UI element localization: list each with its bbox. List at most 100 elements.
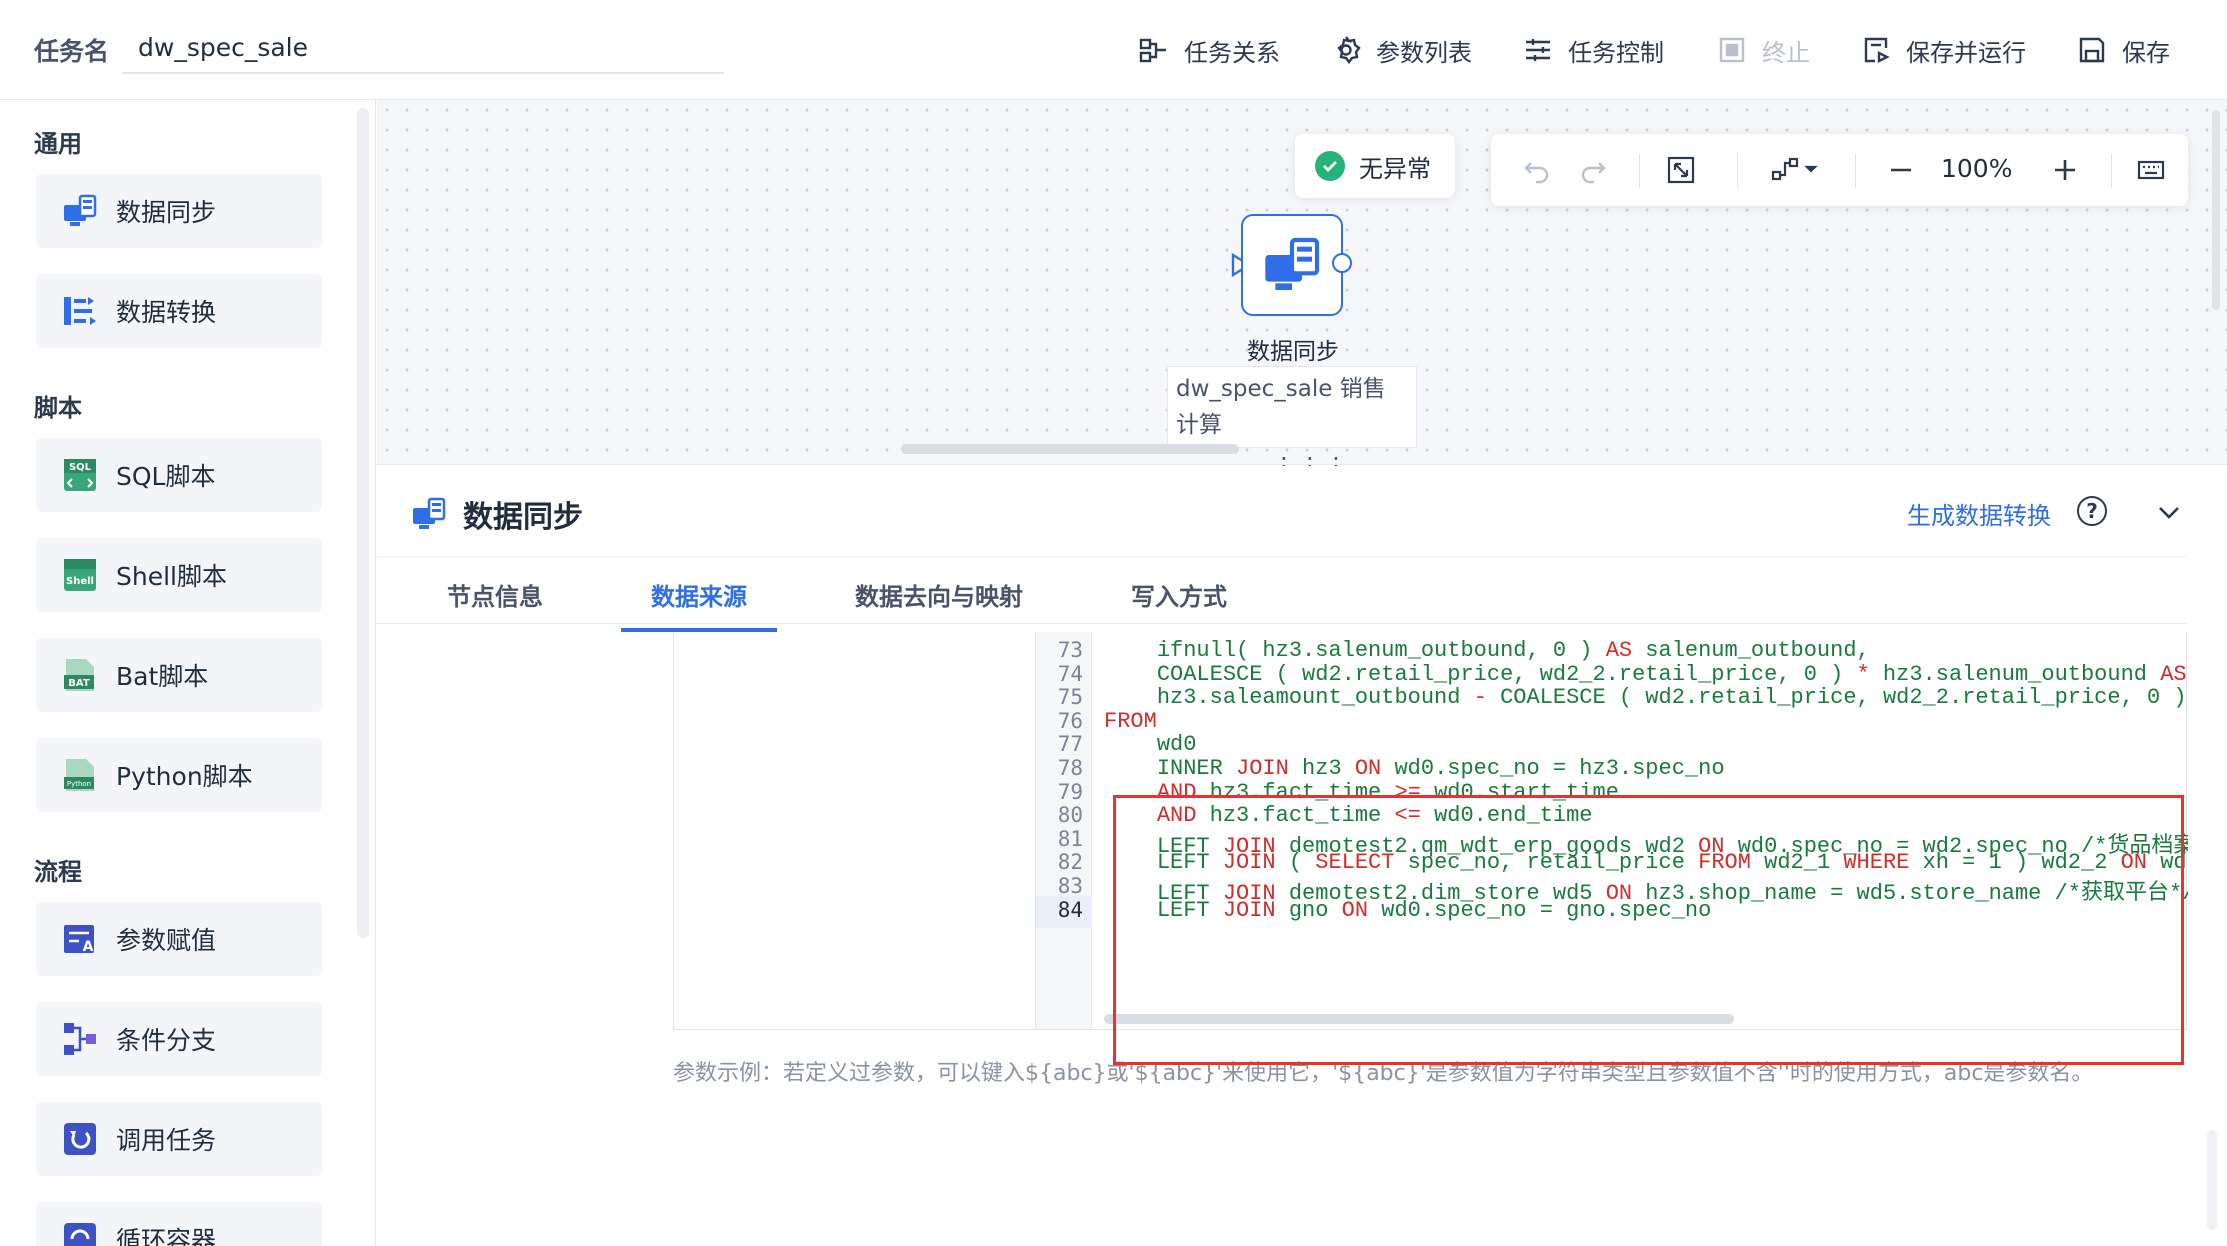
stop-icon — [1719, 37, 1745, 63]
sql-text: hz3.fact_time — [1196, 803, 1395, 829]
param-list-button[interactable]: 参数列表 — [1330, 26, 1472, 74]
sql-keyword: FROM — [1698, 850, 1751, 876]
status-text: 无异常 — [1359, 154, 1431, 183]
tab-node-info[interactable]: 节点信息 — [447, 577, 543, 612]
zoom-out-button[interactable] — [1883, 152, 1919, 188]
sql-text: wd0.spec_no = gno.spec_no — [1368, 897, 1712, 923]
node-output-port[interactable] — [1332, 253, 1352, 273]
canvas-horizontal-scrollbar[interactable] — [901, 444, 1239, 454]
sidebar-scrollbar[interactable] — [357, 108, 369, 938]
sidebar-item-sql-script[interactable]: SQL SQL脚本 — [36, 438, 322, 512]
save-run-icon — [1864, 37, 1890, 63]
save-and-run-button[interactable]: 保存并运行 — [1860, 26, 2026, 74]
code-line[interactable]: FROM — [1104, 709, 1157, 734]
section-script: 脚本 — [34, 394, 82, 422]
sidebar-item-label: 调用任务 — [116, 1126, 217, 1155]
undo-button[interactable] — [1519, 152, 1555, 188]
component-sidebar: 通用 数据同步 数据转换 脚本 SQL SQL脚本 Shell Shell脚本 … — [0, 100, 376, 1246]
layout-button[interactable] — [1767, 152, 1823, 188]
line-number-gutter: 73 74 75 76 77 78 79 80 81 82 83 84 — [1036, 632, 1092, 1029]
sql-text: wd0.end_time — [1420, 803, 1593, 829]
svg-text:BAT: BAT — [68, 678, 90, 689]
sql-text: spec_no, retail_price — [1394, 850, 1699, 876]
line-number: 73 — [1057, 638, 1083, 662]
panel-vertical-scrollbar[interactable] — [2207, 1130, 2217, 1230]
sql-keyword: <= — [1394, 803, 1421, 829]
code-line[interactable]: ifnull( hz3.salenum_outbound, 0 ) AS sal… — [1104, 638, 1870, 663]
sidebar-item-python-script[interactable]: Python Python脚本 — [36, 738, 322, 812]
stop-button[interactable]: 终止 — [1716, 26, 1810, 74]
sidebar-item-data-sync[interactable]: 数据同步 — [36, 174, 322, 248]
zoom-in-button[interactable] — [2047, 152, 2083, 188]
fit-view-button[interactable] — [1663, 152, 1699, 188]
tab-target-mapping[interactable]: 数据去向与映射 — [855, 577, 1023, 612]
editor-horizontal-scrollbar[interactable] — [1104, 1014, 1734, 1024]
sidebar-item-loop-container[interactable]: 循环容器 — [36, 1202, 322, 1246]
sql-text: xh = 1 ) wd2_2 — [1909, 850, 2121, 876]
flow-canvas[interactable]: 无异常 100% 数据同步 dw_spec_sale 销售计算 — [377, 100, 2227, 465]
redo-button[interactable] — [1575, 152, 1611, 188]
tab-write-mode[interactable]: 写入方式 — [1131, 577, 1227, 612]
sidebar-item-call-task[interactable]: 调用任务 — [36, 1102, 322, 1176]
top-toolbar: 任务名 任务关系 参数列表 任务控制 终止 保存并运行 保存 — [0, 0, 2227, 100]
sql-text: LEFT — [1156, 897, 1223, 923]
sidebar-item-label: Shell脚本 — [116, 562, 227, 591]
sidebar-item-param-assign[interactable]: A 参数赋值 — [36, 902, 322, 976]
code-line[interactable]: hz3.saleamount_outbound - COALESCE ( wd2… — [1104, 685, 2188, 710]
code-line[interactable]: AND hz3.fact_time <= wd0.end_time — [1104, 803, 1593, 828]
loop-container-icon — [62, 1221, 98, 1246]
condition-branch-icon — [62, 1021, 98, 1057]
call-task-icon — [62, 1121, 98, 1157]
code-line[interactable]: wd0 — [1104, 732, 1197, 758]
sql-text: wd0.start_time — [1420, 779, 1619, 805]
sidebar-item-bat-script[interactable]: BAT Bat脚本 — [36, 638, 322, 712]
undo-icon — [1524, 162, 1549, 184]
sidebar-item-label: SQL脚本 — [116, 462, 216, 491]
sql-text: wd0 — [1156, 732, 1197, 758]
python-script-icon: Python — [62, 757, 98, 793]
code-line[interactable]: INNER JOIN hz3 ON wd0.spec_no = hz3.spec… — [1104, 756, 1725, 781]
code-line[interactable]: AND hz3.fact_time >= wd0.start_time — [1104, 780, 1619, 805]
generate-data-transform-link[interactable]: 生成数据转换 — [1907, 496, 2051, 531]
data-sync-icon — [413, 497, 446, 529]
connector-layout-icon — [1771, 157, 1818, 181]
node-config-panel: 数据同步 生成数据转换 ? 节点信息 数据来源 数据去向与映射 写入方式 73 7… — [377, 466, 2227, 1246]
task-relations-button[interactable]: 任务关系 — [1138, 26, 1280, 74]
sql-keyword: AND — [1156, 779, 1197, 805]
panel-title-text: 数据同步 — [463, 500, 583, 535]
task-control-button[interactable]: 任务控制 — [1522, 26, 1664, 74]
gear-icon — [1337, 36, 1361, 64]
sql-text: salenum_outbound, — [1632, 638, 1870, 663]
sql-text: gno — [1275, 897, 1342, 923]
code-line[interactable]: COALESCE ( wd2.retail_price, wd2_2.retai… — [1104, 662, 2188, 687]
sql-keyword: AS — [2160, 661, 2187, 687]
line-number: 81 — [1057, 826, 1083, 851]
save-and-run-label: 保存并运行 — [1906, 38, 2026, 67]
minimap-button[interactable] — [2133, 152, 2169, 188]
code-line[interactable]: LEFT JOIN gno ON wd0.spec_no = gno.spec_… — [1104, 897, 1712, 923]
toolbox-divider — [1639, 154, 1640, 188]
line-number: 76 — [1057, 708, 1083, 733]
sidebar-item-shell-script[interactable]: Shell Shell脚本 — [36, 538, 322, 612]
node-name: 数据同步 — [1247, 339, 1339, 365]
tab-data-source[interactable]: 数据来源 — [651, 577, 747, 612]
sql-keyword: ON — [1354, 756, 1382, 781]
svg-text:A: A — [83, 939, 94, 955]
save-button[interactable]: 保存 — [2076, 26, 2170, 74]
sidebar-item-data-transform[interactable]: 数据转换 — [36, 274, 322, 348]
sidebar-item-label: 数据转换 — [116, 298, 217, 327]
help-icon[interactable]: ? — [2077, 496, 2107, 526]
line-number: 80 — [1057, 803, 1083, 828]
data-sync-node[interactable] — [1241, 214, 1343, 316]
sql-editor[interactable]: 73 74 75 76 77 78 79 80 81 82 83 84 ifnull( hz3.sal… — [673, 632, 2188, 1030]
code-line[interactable]: LEFT JOIN ( SELECT spec_no, retail_price… — [1104, 850, 2188, 875]
sql-text: hz3.shop_name = wd5.store_name /*获取平台*/ — [1632, 881, 2188, 906]
toolbox-divider — [1855, 154, 1856, 188]
task-name-input[interactable] — [122, 22, 724, 74]
sidebar-item-condition-branch[interactable]: 条件分支 — [36, 1002, 322, 1076]
canvas-vertical-scrollbar[interactable] — [2212, 110, 2220, 310]
chevron-down-icon[interactable] — [2155, 498, 2183, 526]
code-area[interactable]: ifnull( hz3.salenum_outbound, 0 ) AS sal… — [1094, 632, 2188, 1029]
toolbox-divider — [2111, 154, 2112, 188]
line-number: 84 — [1057, 897, 1083, 922]
